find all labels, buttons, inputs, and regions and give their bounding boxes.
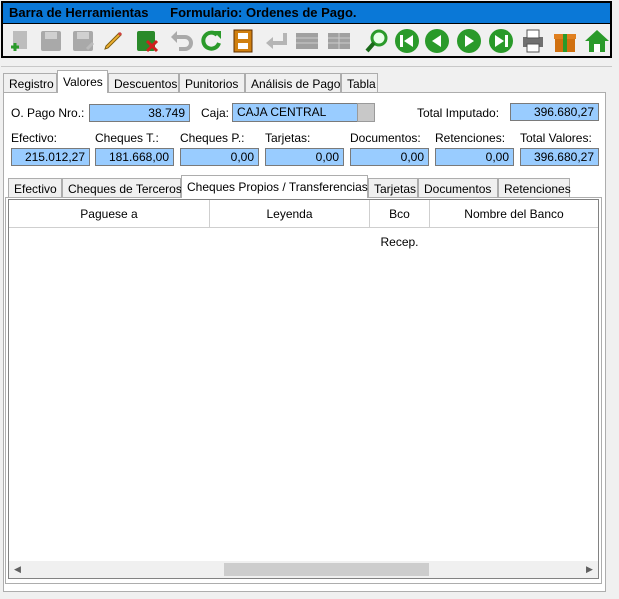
delete-icon[interactable]: [133, 27, 161, 55]
scrollbar-thumb[interactable]: [224, 563, 429, 576]
caja-dropdown-button[interactable]: [357, 103, 375, 122]
total-imputado-label: Total Imputado:: [417, 106, 500, 120]
toolbar-window: Barra de Herramientas Formulario: Ordene…: [1, 1, 612, 58]
new-icon-glyph: [11, 31, 27, 51]
next-record-icon[interactable]: [455, 27, 483, 55]
search-icon-glyph: [365, 29, 388, 53]
retenciones-label: Retenciones:: [435, 131, 506, 145]
total-valores-field[interactable]: 396.680,27: [520, 148, 599, 166]
first-record-icon-glyph: [395, 29, 419, 53]
subtab-cheques-de-terceros[interactable]: Cheques de Terceros: [62, 178, 182, 198]
tab-descuentos[interactable]: Descuentos: [108, 73, 179, 93]
first-record-icon[interactable]: [393, 27, 421, 55]
save-as-icon[interactable]: [69, 27, 97, 55]
scroll-left-icon[interactable]: ◀: [9, 561, 26, 578]
gift-icon[interactable]: [551, 27, 579, 55]
edit-pencil-icon[interactable]: [99, 27, 127, 55]
tab-valores[interactable]: Valores: [57, 70, 108, 93]
search-icon[interactable]: [363, 27, 391, 55]
delete-icon-glyph: [137, 31, 159, 53]
film-icon-glyph: [233, 29, 253, 53]
save-as-icon-glyph: [73, 31, 95, 51]
window-title: Barra de Herramientas Formulario: Ordene…: [3, 3, 610, 24]
refresh-icon[interactable]: [197, 27, 225, 55]
cheques-grid[interactable]: Paguese a Leyenda Bco Recep. Nombre del …: [8, 199, 599, 579]
cheques-propios-label: Cheques P.:: [180, 131, 245, 145]
next-record-icon-glyph: [457, 29, 481, 53]
grid-icon-glyph: [296, 33, 318, 49]
total-valores-label: Total Valores:: [520, 131, 592, 145]
subtab-cheques-propios[interactable]: Cheques Propios / Transferencias: [181, 175, 368, 198]
efectivo-field[interactable]: 215.012,27: [11, 148, 90, 166]
last-record-icon[interactable]: [487, 27, 515, 55]
retenciones-field[interactable]: 0,00: [435, 148, 514, 166]
subtab-efectivo[interactable]: Efectivo: [8, 178, 62, 198]
grid-icon[interactable]: [293, 27, 321, 55]
documentos-field[interactable]: 0,00: [350, 148, 429, 166]
tab-analisis-de-pago[interactable]: Análisis de Pago: [245, 73, 341, 93]
column-header-leyenda[interactable]: Leyenda: [210, 200, 370, 228]
column-header-bco-recep[interactable]: Bco Recep.: [370, 200, 430, 249]
save-icon-glyph: [41, 31, 61, 51]
previous-record-icon-glyph: [425, 29, 449, 53]
printer-icon-glyph: [523, 29, 543, 53]
tarjetas-label: Tarjetas:: [265, 131, 311, 145]
new-icon[interactable]: [7, 27, 35, 55]
documentos-label: Documentos:: [350, 131, 421, 145]
subtab-tarjetas[interactable]: Tarjetas: [368, 178, 418, 198]
caja-label: Caja:: [201, 106, 230, 120]
undo-icon-glyph: [171, 31, 193, 51]
grid-alt-icon-glyph: [328, 33, 350, 49]
film-icon[interactable]: [229, 27, 257, 55]
total-imputado-field[interactable]: 396.680,27: [510, 103, 599, 121]
column-header-nombre-del-banco[interactable]: Nombre del Banco: [430, 200, 598, 228]
tab-registro[interactable]: Registro: [3, 73, 57, 93]
tarjetas-field[interactable]: 0,00: [265, 148, 344, 166]
undo-icon[interactable]: [167, 27, 195, 55]
refresh-icon-glyph: [201, 30, 221, 51]
home-icon[interactable]: [583, 27, 611, 55]
cheques-propios-field[interactable]: 0,00: [180, 148, 259, 166]
cheques-terceros-label: Cheques T.:: [95, 131, 159, 145]
opago-label: O. Pago Nro.:: [11, 106, 85, 120]
gift-icon-glyph: [554, 34, 576, 52]
cheques-terceros-field[interactable]: 181.668,00: [95, 148, 174, 166]
enter-icon[interactable]: [263, 27, 291, 55]
grid-alt-icon[interactable]: [325, 27, 353, 55]
previous-record-icon[interactable]: [423, 27, 451, 55]
home-icon-glyph: [585, 30, 609, 52]
horizontal-scrollbar[interactable]: ◀ ▶: [9, 561, 598, 578]
printer-icon[interactable]: [519, 27, 547, 55]
subtab-retenciones[interactable]: Retenciones: [498, 178, 571, 198]
enter-icon-glyph: [266, 33, 287, 49]
save-icon[interactable]: [37, 27, 65, 55]
caja-field[interactable]: CAJA CENTRAL: [232, 103, 358, 122]
tab-punitorios[interactable]: Punitorios: [179, 73, 245, 93]
scroll-right-icon[interactable]: ▶: [581, 561, 598, 578]
column-header-paguese-a[interactable]: Paguese a: [9, 200, 210, 228]
last-record-icon-glyph: [489, 29, 513, 53]
efectivo-label: Efectivo:: [11, 131, 58, 145]
subtab-documentos[interactable]: Documentos: [418, 178, 498, 198]
edit-pencil-icon-glyph: [104, 31, 123, 50]
opago-number-field[interactable]: 38.749: [89, 104, 190, 122]
tab-tabla[interactable]: Tabla: [341, 73, 378, 93]
